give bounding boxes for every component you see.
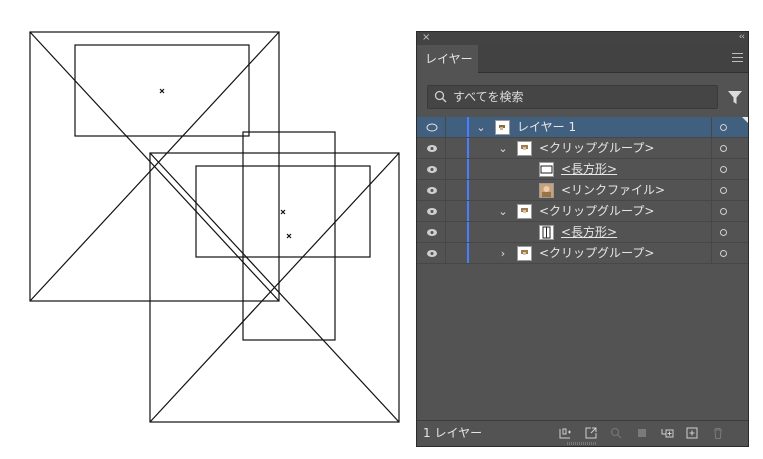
column-divider: [445, 159, 446, 179]
layer-name: <クリップグループ>: [539, 246, 655, 260]
layer-name: <リンクファイル>: [561, 183, 666, 197]
visibility-eye-icon[interactable]: [426, 228, 438, 237]
close-panel-button[interactable]: ×: [422, 32, 430, 44]
locate-object-icon[interactable]: [609, 426, 623, 440]
sublayer-row[interactable]: <長方形>: [417, 222, 748, 243]
new-sublayer-icon[interactable]: [660, 426, 674, 440]
artboard-canvas[interactable]: [0, 0, 410, 459]
new-layer-icon[interactable]: [685, 426, 699, 440]
target-circle-icon[interactable]: [720, 145, 727, 152]
collapse-panel-button[interactable]: ‹‹: [739, 32, 745, 44]
center-mark-3: [286, 233, 292, 239]
column-divider: [445, 201, 446, 221]
column-divider: [445, 222, 446, 242]
sublayer-row[interactable]: <長方形>: [417, 159, 748, 180]
center-mark-1: [159, 88, 165, 94]
panel-titlebar[interactable]: × ‹‹: [417, 32, 748, 45]
target-circle-icon[interactable]: [720, 208, 727, 215]
chevron-right-icon[interactable]: ›: [497, 243, 509, 264]
target-circle-icon[interactable]: [720, 229, 727, 236]
layer-color-indicator: [467, 180, 469, 200]
layer-color-indicator: [467, 117, 469, 137]
sublayer-row[interactable]: ⌄ <クリップグループ>: [417, 138, 748, 159]
layer-name: <長方形>: [561, 162, 618, 176]
layer-color-indicator: [467, 222, 469, 242]
search-box: [427, 85, 718, 109]
chevron-down-icon[interactable]: ⌄: [497, 138, 509, 159]
column-divider: [711, 159, 712, 179]
layer-color-indicator: [467, 243, 469, 263]
sublayer-row[interactable]: <リンクファイル>: [417, 180, 748, 201]
layer-color-indicator: [467, 138, 469, 158]
column-divider: [445, 180, 446, 200]
layer-count: 1 レイヤー: [423, 426, 483, 440]
visibility-eye-icon[interactable]: [426, 186, 438, 195]
column-divider: [711, 243, 712, 263]
column-divider: [711, 180, 712, 200]
selection-corner-indicator: [742, 117, 748, 123]
panel-menu-icon[interactable]: [732, 53, 743, 63]
chevron-down-icon[interactable]: ⌄: [475, 117, 487, 138]
layer-color-indicator: [467, 159, 469, 179]
collect-export-icon[interactable]: [558, 426, 572, 440]
target-circle-icon[interactable]: [720, 187, 727, 194]
layer-thumbnail: [517, 204, 532, 219]
panel-tabbar: レイヤー: [417, 45, 748, 73]
layer-thumbnail: [495, 120, 510, 135]
layer-list: ⌄ レイヤー 1 ⌄ <クリップグループ> <長方形> <リンクファイル> ⌄ <クリップグル…: [417, 117, 748, 264]
column-divider: [711, 117, 712, 137]
layer-thumbnail: [539, 183, 554, 198]
visibility-eye-icon[interactable]: [426, 165, 438, 174]
visibility-eye-icon[interactable]: [426, 123, 438, 132]
visibility-eye-icon[interactable]: [426, 144, 438, 153]
target-circle-icon[interactable]: [720, 166, 727, 173]
center-mark-2: [280, 209, 286, 215]
layer-thumbnail: [517, 141, 532, 156]
delete-icon[interactable]: [711, 426, 725, 440]
resize-grip[interactable]: [567, 442, 597, 445]
layer-name: <クリップグループ>: [539, 141, 655, 155]
layer-row[interactable]: ⌄ レイヤー 1: [417, 117, 748, 138]
layer-thumbnail: [539, 162, 554, 177]
layer-thumbnail: [539, 225, 554, 240]
column-divider: [711, 138, 712, 158]
clipping-mask-icon[interactable]: [635, 426, 649, 440]
layers-panel: × ‹‹ レイヤー ⌄ レイヤー 1 ⌄ <クリップグループ> <長方形> <リンクファイ…: [416, 31, 749, 447]
export-icon[interactable]: [584, 426, 598, 440]
layer-color-indicator: [467, 201, 469, 221]
column-divider: [711, 201, 712, 221]
sublayer-row[interactable]: › <クリップグループ>: [417, 243, 748, 264]
filter-icon[interactable]: [727, 89, 743, 105]
chevron-down-icon[interactable]: ⌄: [497, 201, 509, 222]
target-circle-icon[interactable]: [720, 124, 727, 131]
column-divider: [445, 138, 446, 158]
sublayer-row[interactable]: ⌄ <クリップグループ>: [417, 201, 748, 222]
column-divider: [445, 243, 446, 263]
layer-name: <長方形>: [561, 225, 618, 239]
column-divider: [711, 222, 712, 242]
search-input[interactable]: [453, 87, 703, 107]
visibility-eye-icon[interactable]: [426, 207, 438, 216]
layer-thumbnail: [517, 246, 532, 261]
search-icon: [434, 90, 447, 103]
layer-name: <クリップグループ>: [539, 204, 655, 218]
panel-footer: 1 レイヤー: [417, 420, 748, 446]
visibility-eye-icon[interactable]: [426, 249, 438, 258]
target-circle-icon[interactable]: [720, 250, 727, 257]
layer-name: レイヤー 1: [517, 120, 577, 134]
column-divider: [445, 117, 446, 137]
tab-layers[interactable]: レイヤー: [417, 45, 478, 73]
